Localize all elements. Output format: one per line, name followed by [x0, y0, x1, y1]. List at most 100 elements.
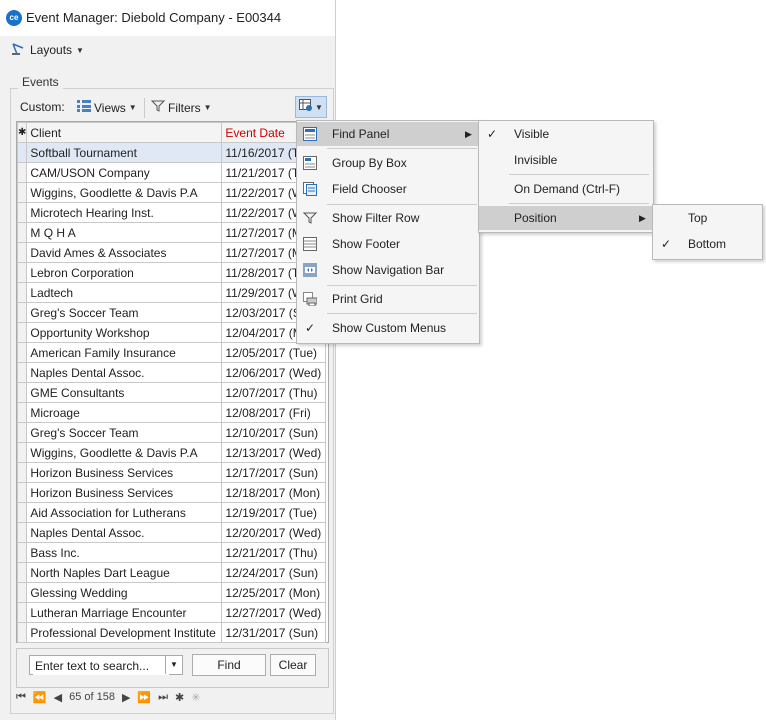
filters-button[interactable]: Filters ▼	[150, 100, 212, 115]
client-cell[interactable]: North Naples Dart League	[26, 562, 223, 583]
event-date-cell[interactable]: 12/10/2017 (Sun)	[221, 422, 327, 443]
submenu-item-position[interactable]: Position ▶	[479, 206, 653, 230]
event-date-cell[interactable]: 12/27/2017 (Wed)	[221, 602, 327, 623]
row-indicator[interactable]	[16, 422, 28, 443]
table-row[interactable]: David Ames & Associates 11/27/2017 (M	[16, 242, 327, 263]
table-row[interactable]: Ladtech 11/29/2017 (W	[16, 282, 327, 303]
first-record-icon[interactable]: ⏮	[16, 691, 26, 704]
event-date-cell[interactable]: 12/24/2017 (Sun)	[221, 562, 327, 583]
event-date-cell[interactable]: 12/08/2017 (Fri)	[221, 402, 327, 423]
menu-item-show-custom-menus[interactable]: ✓ Show Custom Menus	[297, 316, 479, 340]
table-row[interactable]: CAM/USON Company 11/21/2017 (T	[16, 162, 327, 183]
position-item-bottom[interactable]: ✓ Bottom	[653, 232, 762, 256]
position-item-top[interactable]: Top	[653, 206, 762, 230]
row-indicator[interactable]	[16, 462, 28, 483]
table-row[interactable]: North Naples Dart League 12/24/2017 (Sun)	[16, 562, 327, 583]
row-indicator[interactable]	[16, 442, 28, 463]
table-row[interactable]: Lebron Corporation 11/28/2017 (T	[16, 262, 327, 283]
event-date-cell[interactable]: 12/05/2017 (Tue)	[221, 342, 327, 363]
table-row[interactable]: Wiggins, Goodlette & Davis P.A 11/22/2017…	[16, 182, 327, 203]
table-row[interactable]: Wiggins, Goodlette & Davis P.A 12/13/2017…	[16, 442, 327, 463]
table-row[interactable]: American Family Insurance 12/05/2017 (Tue…	[16, 342, 327, 363]
client-cell[interactable]: Glessing Wedding	[26, 582, 223, 603]
table-row[interactable]: Microage 12/08/2017 (Fri)	[16, 402, 327, 423]
row-indicator[interactable]	[16, 562, 28, 583]
row-indicator[interactable]	[16, 302, 28, 323]
last-record-icon[interactable]: ⏭	[158, 691, 168, 704]
layouts-button[interactable]: Layouts ▼	[10, 41, 84, 59]
client-cell[interactable]: Lutheran Marriage Encounter	[26, 602, 223, 623]
table-row[interactable]: Greg's Soccer Team 12/03/2017 (S	[16, 302, 327, 323]
grid-options-button[interactable]: ▼	[295, 96, 327, 118]
column-header-client[interactable]: Client	[26, 122, 223, 143]
table-row[interactable]: Greg's Soccer Team 12/10/2017 (Sun)	[16, 422, 327, 443]
search-history-dropdown[interactable]: ▼	[165, 656, 182, 674]
menu-item-field-chooser[interactable]: Field Chooser	[297, 177, 479, 201]
find-button[interactable]: Find	[192, 654, 266, 676]
row-indicator[interactable]	[16, 502, 28, 523]
client-cell[interactable]: Microtech Hearing Inst.	[26, 202, 223, 223]
client-cell[interactable]: GME Consultants	[26, 382, 223, 403]
client-cell[interactable]: Professional Development Institute	[26, 622, 223, 643]
row-indicator[interactable]	[16, 362, 28, 383]
row-indicator[interactable]	[16, 622, 28, 643]
event-date-cell[interactable]: 12/31/2017 (Sun)	[221, 622, 327, 643]
table-row[interactable]: Glessing Wedding 12/25/2017 (Mon)	[16, 582, 327, 603]
client-cell[interactable]: Naples Dental Assoc.	[26, 362, 223, 383]
event-date-cell[interactable]: 12/07/2017 (Thu)	[221, 382, 327, 403]
client-cell[interactable]: Horizon Business Services	[26, 462, 223, 483]
client-cell[interactable]: American Family Insurance	[26, 342, 223, 363]
table-row[interactable]: Opportunity Workshop 12/04/2017 (M	[16, 322, 327, 343]
table-row[interactable]: Naples Dental Assoc. 12/06/2017 (Wed)	[16, 362, 327, 383]
next-record-icon[interactable]: ▶	[122, 691, 130, 704]
table-row[interactable]: Horizon Business Services 12/18/2017 (Mon…	[16, 482, 327, 503]
event-date-cell[interactable]: 12/25/2017 (Mon)	[221, 582, 327, 603]
client-cell[interactable]: Microage	[26, 402, 223, 423]
row-indicator[interactable]	[16, 202, 28, 223]
table-row[interactable]: Lutheran Marriage Encounter 12/27/2017 (W…	[16, 602, 327, 623]
client-cell[interactable]: Bass Inc.	[26, 542, 223, 563]
event-date-cell[interactable]: 12/20/2017 (Wed)	[221, 522, 327, 543]
row-indicator[interactable]	[16, 282, 28, 303]
row-indicator[interactable]	[16, 542, 28, 563]
append-record-icon[interactable]: ✱	[175, 691, 184, 704]
row-indicator[interactable]	[16, 242, 28, 263]
row-indicator[interactable]	[16, 342, 28, 363]
menu-item-show-footer[interactable]: Show Footer	[297, 232, 479, 256]
views-button[interactable]: Views ▼	[77, 100, 137, 115]
next-page-icon[interactable]: ⏩	[137, 691, 151, 704]
event-date-cell[interactable]: 12/06/2017 (Wed)	[221, 362, 327, 383]
client-cell[interactable]: Wiggins, Goodlette & Davis P.A	[26, 182, 223, 203]
client-cell[interactable]: Aid Association for Lutherans	[26, 502, 223, 523]
client-cell[interactable]: Naples Dental Assoc.	[26, 522, 223, 543]
client-cell[interactable]: Softball Tournament	[26, 142, 223, 163]
table-row[interactable]: Naples Dental Assoc. 12/20/2017 (Wed)	[16, 522, 327, 543]
event-date-cell[interactable]: 12/18/2017 (Mon)	[221, 482, 327, 503]
row-indicator[interactable]	[16, 602, 28, 623]
client-cell[interactable]: Ladtech	[26, 282, 223, 303]
row-indicator[interactable]	[16, 142, 28, 163]
submenu-item-invisible[interactable]: Invisible	[479, 148, 653, 172]
submenu-item-visible[interactable]: ✓ Visible	[479, 122, 653, 146]
row-indicator[interactable]	[16, 382, 28, 403]
search-input[interactable]	[33, 657, 169, 675]
table-row[interactable]: Horizon Business Services 12/17/2017 (Sun…	[16, 462, 327, 483]
row-indicator[interactable]	[16, 322, 28, 343]
client-cell[interactable]: Lebron Corporation	[26, 262, 223, 283]
client-cell[interactable]: M Q H A	[26, 222, 223, 243]
event-date-cell[interactable]: 12/17/2017 (Sun)	[221, 462, 327, 483]
clear-button[interactable]: Clear	[270, 654, 316, 676]
menu-item-show-navigation-bar[interactable]: Show Navigation Bar	[297, 258, 479, 282]
table-row[interactable]: Aid Association for Lutherans 12/19/2017 …	[16, 502, 327, 523]
client-cell[interactable]: David Ames & Associates	[26, 242, 223, 263]
event-date-cell[interactable]: 12/19/2017 (Tue)	[221, 502, 327, 523]
client-cell[interactable]: Wiggins, Goodlette & Davis P.A	[26, 442, 223, 463]
client-cell[interactable]: CAM/USON Company	[26, 162, 223, 183]
row-indicator[interactable]	[16, 182, 28, 203]
menu-item-show-filter-row[interactable]: Show Filter Row	[297, 206, 479, 230]
table-row[interactable]: GME Consultants 12/07/2017 (Thu)	[16, 382, 327, 403]
row-indicator[interactable]	[16, 222, 28, 243]
row-indicator[interactable]	[16, 482, 28, 503]
table-row[interactable]: Professional Development Institute 12/31/…	[16, 622, 327, 643]
row-indicator[interactable]	[16, 582, 28, 603]
